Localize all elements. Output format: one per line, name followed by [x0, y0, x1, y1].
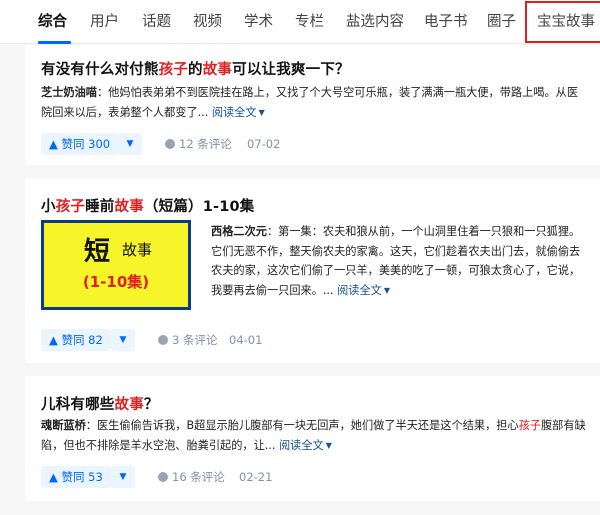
thumbnail-word: 故事 — [122, 241, 153, 259]
title-text: 的 — [188, 62, 203, 78]
tab-topics[interactable]: 话题 — [142, 0, 171, 44]
result-excerpt[interactable]: 芝士奶油喵：他妈怕表弟弟不到医院挂在路上，又找了个大号空可乐瓶，装了满满一瓶大便… — [41, 83, 589, 122]
downvote-button[interactable]: ▼ — [111, 329, 135, 351]
comment-icon — [158, 335, 168, 345]
read-more-link[interactable]: 阅读全文 ▼ — [212, 106, 265, 119]
chevron-down-icon: ▼ — [258, 107, 265, 117]
triangle-down-icon: ▼ — [126, 139, 134, 149]
tab-highlight-box — [525, 1, 600, 43]
search-tab-bar: 综合 用户 话题 视频 学术 专栏 盐选内容 电子书 圈子 宝宝故事 — [0, 0, 600, 44]
tab-users[interactable]: 用户 — [90, 0, 119, 44]
post-date: 04-01 — [229, 333, 263, 347]
tab-ebooks[interactable]: 电子书 — [424, 0, 468, 44]
search-result-card-2: 小孩子睡前故事（短篇）1-10集 短 故事 (1-10集) 西格二次元：第一集：… — [25, 178, 600, 363]
active-tab-indicator — [38, 41, 71, 44]
tab-comprehensive[interactable]: 综合 — [38, 0, 67, 44]
comments-button[interactable]: 16 条评论 — [158, 466, 225, 488]
chevron-down-icon: ▼ — [383, 285, 391, 295]
excerpt-keyword: 孩子 — [518, 419, 541, 432]
author-name[interactable]: 魂断蓝桥 — [41, 419, 86, 432]
title-keyword: 故事 — [114, 199, 144, 215]
result-title[interactable]: 小孩子睡前故事（短篇）1-10集 — [41, 195, 255, 216]
triangle-down-icon: ▼ — [119, 335, 127, 345]
thumbnail-panel: 短 故事 (1-10集) — [44, 223, 188, 307]
read-more-label: 阅读全文 — [211, 105, 257, 119]
tab-circles[interactable]: 圈子 — [487, 0, 516, 44]
action-bar: ▲ 赞同 300 ▼ 12 条评论 07-02 — [41, 133, 341, 155]
action-bar: ▲ 赞同 82 ▼ 3 条评论 04-01 — [41, 329, 341, 351]
title-text: 可以让我爽一下？ — [232, 62, 350, 78]
title-keyword: 故事 — [114, 397, 144, 413]
title-text: 儿科有哪些 — [41, 397, 115, 413]
result-title[interactable]: 有没有什么对付熊孩子的故事可以让我爽一下？ — [41, 58, 350, 79]
story-thumbnail[interactable]: 短 故事 (1-10集) — [41, 220, 191, 310]
author-name[interactable]: 芝士奶油喵 — [41, 86, 97, 99]
upvote-button[interactable]: ▲ 赞同 53 — [41, 466, 111, 488]
excerpt-text: ：他妈怕表弟弟不到医院挂在路上，又找了个大号空可乐瓶，装了满满一瓶大便，带路上喝… — [41, 86, 579, 119]
comments-count: 12 条评论 — [179, 137, 232, 151]
tab-columns[interactable]: 专栏 — [295, 0, 324, 44]
comments-button[interactable]: 3 条评论 — [158, 329, 217, 351]
upvote-button[interactable]: ▲ 赞同 82 — [41, 329, 111, 351]
title-text: 睡前 — [85, 199, 115, 215]
search-result-card-3: 儿科有哪些故事？ 魂断蓝桥：医生偷偷告诉我，B超显示胎儿腹部有一块无回声，她们做… — [25, 376, 600, 501]
chevron-down-icon: ▼ — [325, 440, 332, 450]
read-more-label: 阅读全文 — [337, 283, 382, 297]
title-text: （短篇）1-10集 — [143, 199, 255, 215]
excerpt-text: ：医生偷偷告诉我，B超显示胎儿腹部有一块无回声，她们做了半天还是这个结果，担心 — [85, 419, 519, 432]
result-excerpt[interactable]: 西格二次元：第一集：农夫和狼从前，一个山洞里住着一只狼和一只狐狸。它们无恶不作，… — [211, 222, 589, 300]
title-keyword: 孩子 — [55, 199, 86, 215]
comment-icon — [165, 139, 175, 149]
comments-count: 16 条评论 — [172, 470, 225, 484]
excerpt-text: ：第一集：农夫和狼从前，一个山洞里住着一只狼和一只狐狸。它们无恶不作，整天偷农夫… — [211, 225, 581, 297]
author-name[interactable]: 西格二次元 — [211, 225, 267, 238]
tab-academic[interactable]: 学术 — [244, 0, 273, 44]
title-keyword: 孩子 — [158, 62, 189, 78]
result-excerpt[interactable]: 魂断蓝桥：医生偷偷告诉我，B超显示胎儿腹部有一块无回声，她们做了半天还是这个结果… — [41, 416, 589, 455]
action-bar: ▲ 赞同 53 ▼ 16 条评论 02-21 — [41, 466, 341, 488]
comments-button[interactable]: 12 条评论 — [165, 133, 232, 155]
comments-count: 3 条评论 — [172, 333, 218, 347]
read-more-link[interactable]: 阅读全文 ▼ — [337, 284, 390, 297]
title-text: ？ — [143, 397, 159, 413]
read-more-label: 阅读全文 — [278, 438, 324, 452]
upvote-button[interactable]: ▲ 赞同 300 — [41, 133, 119, 155]
search-result-card-1: 有没有什么对付熊孩子的故事可以让我爽一下？ 芝士奶油喵：他妈怕表弟弟不到医院挂在… — [25, 45, 600, 165]
tab-videos[interactable]: 视频 — [193, 0, 222, 44]
thumbnail-range: (1-10集) — [82, 273, 150, 291]
thumbnail-big-char: 短 — [84, 237, 111, 267]
downvote-button[interactable]: ▼ — [111, 466, 135, 488]
title-text: 有没有什么对付熊 — [41, 62, 159, 78]
triangle-down-icon: ▼ — [119, 472, 127, 482]
downvote-button[interactable]: ▼ — [118, 133, 142, 155]
title-keyword: 故事 — [202, 62, 233, 78]
tab-salt-content[interactable]: 盐选内容 — [346, 0, 404, 44]
result-title[interactable]: 儿科有哪些故事？ — [41, 393, 159, 414]
post-date: 02-21 — [239, 470, 273, 484]
title-text: 小 — [41, 199, 56, 215]
post-date: 07-02 — [247, 137, 281, 151]
comment-icon — [158, 472, 168, 482]
read-more-link[interactable]: 阅读全文 ▼ — [279, 439, 332, 452]
